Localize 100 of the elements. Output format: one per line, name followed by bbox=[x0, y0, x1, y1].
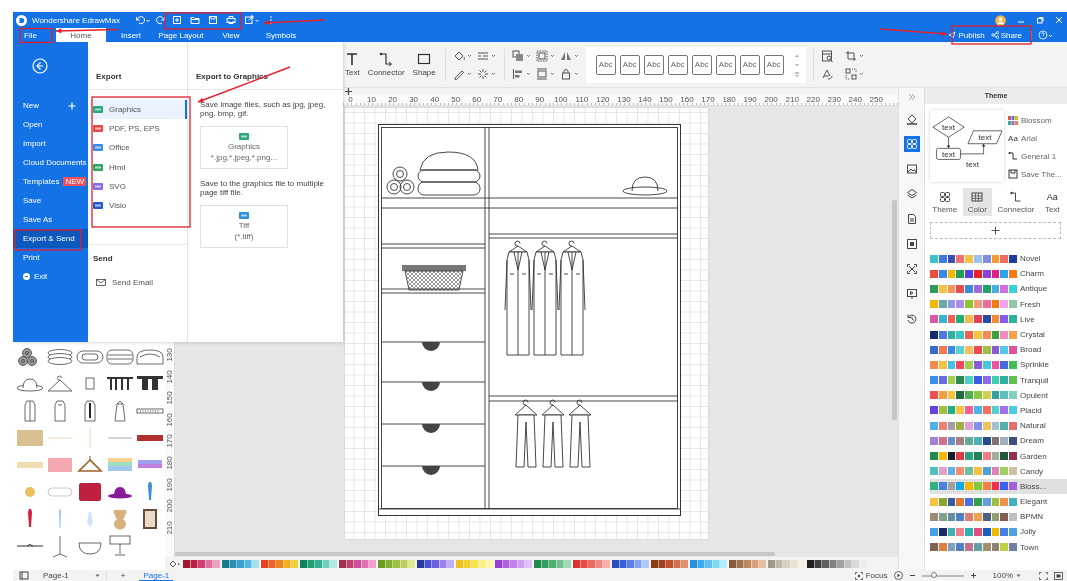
theme-tab[interactable]: Color bbox=[962, 188, 993, 216]
export-format-item[interactable]: PDF, PS, EPS bbox=[90, 119, 187, 139]
theme-row[interactable]: Bloss... bbox=[930, 478, 1067, 494]
style-preset[interactable]: Abc bbox=[715, 54, 736, 75]
theme-tab[interactable]: Connector bbox=[992, 188, 1040, 216]
save-icon[interactable] bbox=[207, 15, 218, 25]
file-menu-item[interactable]: Import bbox=[13, 134, 88, 153]
avatar-icon[interactable] bbox=[995, 14, 1006, 26]
export-icon[interactable] bbox=[243, 15, 259, 25]
play-icon[interactable] bbox=[893, 571, 903, 580]
close-icon[interactable] bbox=[1055, 16, 1063, 24]
theme-row[interactable]: Crystal bbox=[930, 326, 1067, 343]
style-preset[interactable]: Abc bbox=[763, 54, 784, 75]
back-icon[interactable] bbox=[32, 58, 48, 74]
theme-row[interactable]: Broad bbox=[930, 342, 1067, 358]
export-format-item[interactable]: Html bbox=[90, 157, 187, 177]
redo-icon[interactable] bbox=[155, 15, 166, 25]
slider-thumb[interactable] bbox=[931, 571, 938, 578]
file-menu-item[interactable]: Print bbox=[13, 248, 88, 267]
export-format-item[interactable]: SVG bbox=[90, 176, 187, 196]
theme-property[interactable]: Blossom bbox=[1008, 114, 1062, 126]
export-format-item[interactable]: Office bbox=[90, 138, 187, 158]
file-menu-item[interactable]: Templates NEW bbox=[13, 172, 88, 191]
theme-row[interactable]: BPMN bbox=[930, 509, 1067, 525]
vertical-scrollbar[interactable] bbox=[892, 200, 897, 420]
export-format-item[interactable]: Visio bbox=[90, 195, 187, 216]
fit-window-icon[interactable] bbox=[1054, 571, 1063, 580]
style-preset[interactable]: Abc bbox=[691, 54, 712, 75]
page-dropdown[interactable]: Page-1 bbox=[35, 571, 107, 580]
theme-row[interactable]: Dream bbox=[930, 433, 1067, 449]
theme-row[interactable]: Town bbox=[930, 539, 1067, 555]
share-button[interactable]: Share bbox=[987, 28, 1025, 42]
theme-row[interactable]: Antique bbox=[930, 281, 1067, 297]
theme-property[interactable]: General 1 bbox=[1008, 150, 1062, 162]
theme-tab[interactable]: Theme bbox=[927, 188, 963, 216]
style-preset[interactable]: Abc bbox=[619, 54, 640, 75]
file-menu-item[interactable]: Save bbox=[13, 191, 88, 210]
theme-row[interactable]: Natural bbox=[930, 418, 1067, 434]
theme-property[interactable]: Save The... bbox=[1008, 168, 1062, 180]
style-preset[interactable]: Abc bbox=[595, 54, 616, 75]
file-menu-item[interactable]: New bbox=[13, 96, 88, 115]
menu-tab[interactable]: Insert bbox=[106, 28, 156, 42]
theme-row[interactable]: Garden bbox=[930, 448, 1067, 464]
theme-row[interactable]: Opulent bbox=[930, 387, 1067, 403]
restore-icon[interactable] bbox=[1036, 16, 1044, 24]
theme-row[interactable]: Fresh bbox=[930, 296, 1067, 312]
style-preset[interactable]: Abc bbox=[739, 54, 760, 75]
menu-tab[interactable]: View bbox=[206, 28, 256, 42]
align-icon[interactable] bbox=[511, 67, 532, 80]
theme-tab[interactable]: Aa Text bbox=[1039, 188, 1065, 216]
focus-button[interactable]: Focus bbox=[854, 571, 888, 580]
menu-tab[interactable]: Page Layout bbox=[156, 28, 206, 42]
more-icon[interactable] bbox=[268, 15, 273, 25]
file-menu-item[interactable]: Cloud Documents bbox=[13, 153, 88, 172]
page-tab[interactable]: Page-1 bbox=[139, 570, 174, 581]
sparkle-icon[interactable] bbox=[476, 67, 497, 80]
theme-row[interactable]: Novel bbox=[930, 251, 1067, 267]
file-menu-item[interactable]: Save As bbox=[13, 210, 88, 229]
undo-icon[interactable] bbox=[134, 15, 150, 25]
send-email-item[interactable]: Send Email bbox=[93, 273, 153, 293]
export-option-card[interactable]: Tiff (*.tiff) bbox=[200, 205, 288, 248]
fill-color-icon[interactable] bbox=[168, 558, 180, 569]
shape-tool-button[interactable]: Shape bbox=[410, 52, 438, 77]
theme-row[interactable]: Jolly bbox=[930, 524, 1067, 540]
style-preset[interactable]: Abc bbox=[643, 54, 664, 75]
theme-row[interactable]: Live bbox=[930, 311, 1067, 327]
lock-icon[interactable] bbox=[559, 67, 580, 80]
print-icon[interactable] bbox=[225, 15, 236, 25]
bring-front-icon[interactable] bbox=[511, 49, 532, 62]
zoom-dropdown[interactable]: 100% bbox=[992, 571, 1021, 580]
collapse-icon[interactable] bbox=[907, 93, 916, 101]
file-menu-item[interactable]: Open bbox=[13, 115, 88, 134]
publish-button[interactable]: Publish bbox=[945, 28, 988, 42]
distribute-icon[interactable] bbox=[535, 67, 556, 80]
help-icon[interactable] bbox=[1038, 30, 1053, 40]
add-page-button[interactable]: + bbox=[112, 571, 134, 580]
menu-tab[interactable]: File bbox=[18, 28, 56, 42]
open-folder-icon[interactable] bbox=[189, 15, 200, 25]
theme-property[interactable]: Aa Arial bbox=[1008, 132, 1062, 144]
export-format-item[interactable]: Graphics bbox=[90, 100, 187, 120]
crop-icon[interactable] bbox=[844, 49, 865, 62]
zoom-out-icon[interactable] bbox=[908, 572, 916, 579]
text-tool-button[interactable]: Text bbox=[343, 52, 362, 77]
connector-tool-button[interactable]: Connector bbox=[365, 52, 407, 77]
group-icon[interactable] bbox=[535, 49, 556, 62]
zoom-in-icon[interactable] bbox=[969, 572, 977, 579]
side-tool-button[interactable] bbox=[903, 136, 920, 152]
fill-bucket-icon[interactable] bbox=[452, 49, 473, 62]
color-palette[interactable] bbox=[183, 559, 869, 568]
fullscreen-icon[interactable] bbox=[1039, 571, 1048, 580]
theme-row[interactable]: Candy bbox=[930, 463, 1067, 479]
select-icon[interactable] bbox=[844, 67, 865, 80]
theme-row[interactable]: Placid bbox=[930, 402, 1067, 419]
theme-row[interactable]: Sprinkle bbox=[930, 357, 1067, 373]
file-menu-item[interactable]: Exit bbox=[13, 267, 88, 286]
horizontal-scrollbar[interactable] bbox=[175, 552, 775, 556]
page-view-icon[interactable] bbox=[19, 571, 29, 580]
zoom-slider[interactable] bbox=[921, 574, 964, 577]
theme-row[interactable]: Elegant bbox=[930, 494, 1067, 510]
style-preset[interactable]: Abc bbox=[667, 54, 688, 75]
